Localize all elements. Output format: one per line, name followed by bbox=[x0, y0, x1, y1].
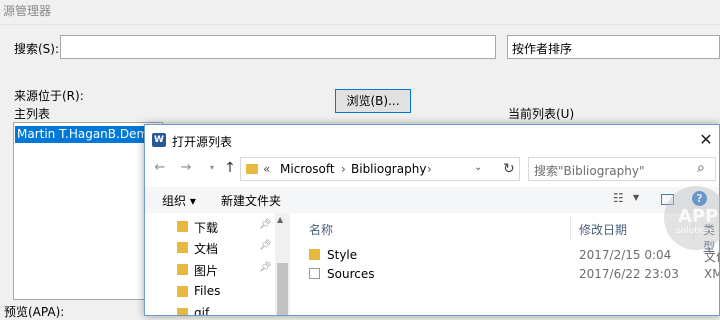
file-modified: 2017/6/22 23:03 bbox=[579, 267, 679, 281]
app-solution-watermark: APP solution bbox=[664, 186, 720, 250]
title-divider bbox=[0, 24, 720, 25]
navigation-pane: 下载 📌︎ 文档 📌︎ 图片 📌︎ Files gif bbox=[145, 213, 290, 316]
folder-icon bbox=[177, 286, 188, 297]
file-name: Style bbox=[327, 248, 358, 262]
document-icon bbox=[309, 268, 320, 279]
master-list-label: 主列表 bbox=[14, 107, 51, 121]
source-location-label: 来源位于(R): bbox=[14, 89, 84, 103]
open-source-list-dialog: W 打开源列表 ✕ ← → ▾ ↑ « Microsoft › Bibliogr… bbox=[144, 124, 720, 316]
breadcrumb-overflow[interactable]: « bbox=[263, 162, 270, 176]
dialog-search-input[interactable]: 搜索"Bibliography" ⌕ bbox=[528, 157, 716, 181]
search-placeholder: 搜索"Bibliography" bbox=[534, 164, 645, 178]
scrollbar-thumb[interactable] bbox=[277, 263, 288, 315]
up-arrow-icon[interactable]: ↑ bbox=[221, 159, 239, 177]
watermark-subtext: solution bbox=[676, 226, 712, 236]
search-label: 搜索(S): bbox=[14, 42, 60, 56]
nav-item-pictures[interactable]: 图片 📌︎ bbox=[175, 260, 285, 280]
search-input[interactable] bbox=[60, 35, 496, 59]
back-arrow-icon[interactable]: ← bbox=[151, 159, 169, 177]
pin-icon[interactable]: 📌︎ bbox=[259, 262, 272, 273]
breadcrumb-microsoft[interactable]: Microsoft bbox=[280, 162, 335, 176]
current-list-label: 当前列表(U) bbox=[508, 107, 575, 121]
chevron-down-icon[interactable]: ⌄ bbox=[474, 162, 482, 173]
documents-folder-icon bbox=[177, 242, 188, 253]
address-bar[interactable]: « Microsoft › Bibliography › ⌄ ↻ bbox=[240, 157, 520, 181]
sort-select[interactable]: 按作者排序 bbox=[507, 35, 720, 59]
column-divider[interactable] bbox=[570, 216, 571, 240]
pin-icon[interactable]: 📌︎ bbox=[259, 219, 272, 230]
nav-item-label: gif bbox=[194, 306, 210, 316]
organize-button[interactable]: 组织 ▾ bbox=[162, 192, 196, 209]
refresh-icon[interactable]: ↻ bbox=[503, 161, 515, 177]
pictures-folder-icon bbox=[177, 264, 188, 275]
view-options-icon[interactable]: ☷ bbox=[613, 191, 624, 205]
new-folder-button[interactable]: 新建文件夹 bbox=[221, 192, 281, 209]
file-row[interactable]: Sources 2017/6/22 23:03 XM bbox=[300, 265, 719, 283]
browse-button[interactable]: 浏览(B)... bbox=[335, 89, 411, 113]
dialog-title: 打开源列表 bbox=[172, 135, 233, 149]
chevron-down-icon[interactable]: ▼ bbox=[633, 193, 639, 202]
folder-icon bbox=[246, 164, 258, 174]
nav-item-label: Files bbox=[194, 284, 221, 298]
nav-item-downloads[interactable]: 下载 📌︎ bbox=[175, 217, 285, 237]
nav-item-documents[interactable]: 文档 📌︎ bbox=[175, 238, 285, 258]
nav-item-label: 文档 bbox=[194, 242, 219, 256]
watermark-text: APP bbox=[678, 206, 719, 227]
window-title: 源管理器 bbox=[3, 4, 52, 18]
forward-arrow-icon[interactable]: → bbox=[177, 159, 195, 177]
column-header-modified[interactable]: 修改日期 bbox=[579, 221, 627, 238]
dialog-toolbar: 组织 ▾ 新建文件夹 ☷ ▼ ? bbox=[145, 187, 719, 213]
recent-locations-chevron-icon[interactable]: ▾ bbox=[203, 159, 221, 177]
scroll-up-arrow-icon[interactable]: ▲ bbox=[277, 215, 283, 224]
search-icon[interactable]: ⌕ bbox=[697, 160, 705, 176]
breadcrumb-separator[interactable]: › bbox=[427, 162, 432, 176]
folder-icon bbox=[177, 308, 188, 315]
file-name: Sources bbox=[327, 267, 375, 281]
preview-label: 预览(APA): bbox=[4, 305, 65, 319]
word-app-icon: W bbox=[152, 133, 166, 147]
pin-icon[interactable]: 📌︎ bbox=[259, 240, 272, 251]
file-row[interactable]: Style 2017/2/15 0:04 文件 bbox=[300, 246, 719, 264]
nav-item-label: 下载 bbox=[194, 221, 219, 235]
file-list-header: 名称 修改日期 类型 bbox=[297, 213, 719, 254]
downloads-folder-icon bbox=[177, 221, 188, 232]
file-modified: 2017/2/15 0:04 bbox=[579, 248, 672, 262]
nav-item-gif[interactable]: gif bbox=[175, 304, 285, 316]
master-list[interactable]: Martin T.HaganB.Demuth bbox=[13, 122, 163, 300]
file-type: 文件 bbox=[704, 250, 719, 264]
file-type: XM bbox=[704, 267, 719, 281]
master-list-item[interactable]: Martin T.HaganB.Demuth bbox=[15, 126, 163, 143]
folder-icon bbox=[309, 249, 320, 260]
nav-item-files[interactable]: Files bbox=[175, 282, 285, 302]
nav-item-label: 图片 bbox=[194, 264, 219, 278]
breadcrumb-separator[interactable]: › bbox=[341, 162, 346, 176]
close-icon[interactable]: ✕ bbox=[695, 129, 717, 151]
column-header-name[interactable]: 名称 bbox=[309, 221, 333, 238]
breadcrumb-bibliography[interactable]: Bibliography bbox=[351, 162, 426, 176]
